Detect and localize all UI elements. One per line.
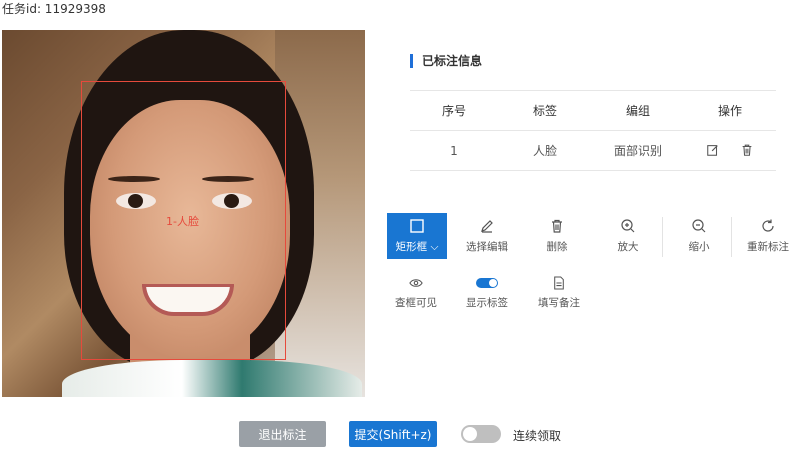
- rectangle-tool-button[interactable]: 矩形框 ⌵: [387, 213, 447, 259]
- eye-icon: [409, 276, 423, 290]
- table-header-row: 序号 标签 编组 操作: [410, 91, 776, 131]
- column-header-actions: 操作: [717, 104, 742, 118]
- submit-button[interactable]: 提交(Shift+z): [349, 421, 437, 447]
- delete-tool-label: 删除: [546, 241, 568, 253]
- zoom-out-label: 缩小: [688, 241, 710, 253]
- row-tag: 人脸: [532, 144, 557, 158]
- photo-shirt: [62, 360, 362, 397]
- select-edit-label: 选择编辑: [466, 241, 508, 253]
- panel-title: 已标注信息: [410, 53, 482, 69]
- chevron-down-icon[interactable]: ⌵: [430, 241, 438, 253]
- bounding-box-label: 1-人脸: [166, 215, 199, 228]
- delete-tool-button[interactable]: 删除: [527, 213, 587, 259]
- show-label-option[interactable]: 显示标签: [466, 276, 508, 310]
- display-options: 查框可见 显示标签 填写备注: [387, 276, 617, 310]
- pencil-icon: [481, 220, 493, 233]
- zoom-out-button[interactable]: 缩小: [669, 213, 729, 259]
- reannotate-button[interactable]: 重新标注: [738, 213, 798, 259]
- zoom-in-button[interactable]: 放大: [598, 213, 658, 259]
- annotation-toolbar: 矩形框 ⌵ 选择编辑 删除 放大 缩小 重新标注: [387, 213, 804, 263]
- row-actions: [684, 143, 776, 159]
- column-header-index: 序号: [441, 104, 466, 118]
- toolbar-divider: [662, 217, 663, 257]
- select-edit-button[interactable]: 选择编辑: [457, 213, 517, 259]
- note-icon: [553, 276, 565, 290]
- edit-icon[interactable]: [705, 143, 721, 159]
- zoom-out-icon: [692, 219, 706, 233]
- annotation-canvas[interactable]: 1-人脸: [2, 30, 365, 397]
- zoom-in-icon: [621, 219, 635, 233]
- continuous-claim-label: 连续领取: [513, 429, 562, 443]
- show-label-toggle[interactable]: [476, 278, 498, 288]
- table-row[interactable]: 1 人脸 面部识别: [410, 131, 776, 171]
- reannotate-label: 重新标注: [747, 241, 789, 253]
- row-index: 1: [450, 143, 458, 158]
- box-visible-option[interactable]: 查框可见: [395, 276, 437, 310]
- box-visible-label: 查框可见: [395, 297, 437, 309]
- continuous-claim-toggle[interactable]: [461, 425, 501, 443]
- rectangle-icon: [410, 219, 424, 233]
- task-id-label: 任务id: 11929398: [2, 2, 106, 16]
- toolbar-divider: [731, 217, 732, 257]
- fill-note-label: 填写备注: [538, 297, 580, 309]
- show-label-label: 显示标签: [466, 297, 508, 309]
- trash-icon: [552, 219, 562, 233]
- refresh-icon: [762, 219, 774, 232]
- exit-annotation-button[interactable]: 退出标注: [239, 421, 326, 447]
- annotation-table: 序号 标签 编组 操作 1 人脸 面部识别: [410, 90, 776, 171]
- rectangle-tool-label: 矩形框: [395, 241, 428, 253]
- fill-note-option[interactable]: 填写备注: [538, 276, 580, 310]
- column-header-group: 编组: [625, 104, 650, 118]
- zoom-in-label: 放大: [617, 241, 639, 253]
- delete-icon[interactable]: [739, 143, 755, 159]
- row-group: 面部识别: [613, 144, 662, 158]
- column-header-tag: 标签: [532, 104, 557, 118]
